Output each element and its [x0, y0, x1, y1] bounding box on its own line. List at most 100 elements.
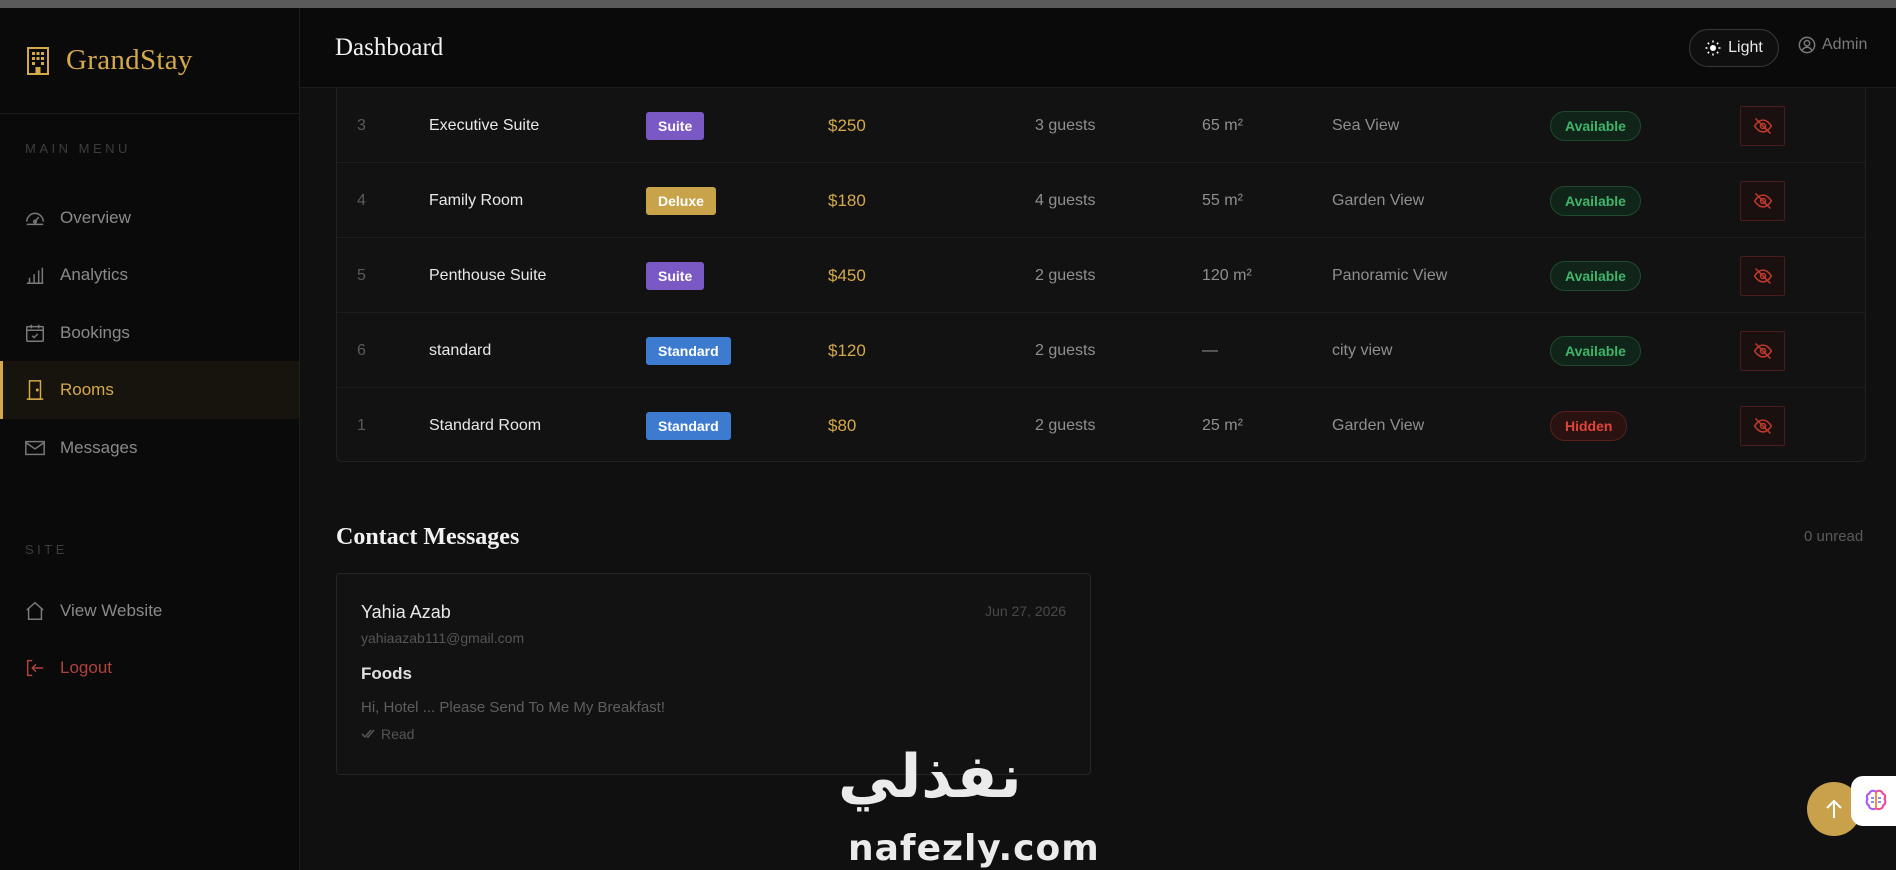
room-id: 3	[357, 116, 366, 134]
room-id: 4	[357, 191, 366, 209]
status-badge: Available	[1550, 260, 1641, 291]
status-badge: Hidden	[1550, 410, 1628, 441]
room-guests: 2 guests	[1035, 341, 1096, 359]
room-name: Family Room	[429, 191, 524, 209]
contact-messages-title: Contact Messages	[336, 524, 520, 550]
room-id: 5	[357, 266, 366, 284]
sidebar-item-messages[interactable]: Messages	[0, 419, 299, 477]
eye-off-icon	[1753, 267, 1772, 284]
toggle-visibility-button[interactable]	[1740, 255, 1785, 296]
unread-count: 0 unread	[1804, 528, 1864, 545]
room-view: Garden View	[1332, 191, 1425, 209]
room-action-cell	[1740, 238, 1785, 313]
room-price: $120	[828, 340, 866, 360]
table-row: 5 Penthouse Suite Suite $450 2 guests 120 m² P…	[337, 238, 1865, 313]
room-guests: 4 guests	[1035, 191, 1096, 209]
message-date: Jun 27, 2026	[985, 603, 1066, 619]
room-type-cell: Deluxe	[646, 163, 716, 238]
toggle-visibility-button[interactable]	[1740, 105, 1785, 146]
toggle-visibility-button[interactable]	[1740, 330, 1785, 371]
sidebar-item-view-website[interactable]: View Website	[0, 582, 299, 640]
room-price: $250	[828, 115, 866, 135]
sidebar-item-label: Bookings	[60, 323, 130, 342]
user-menu[interactable]: Admin	[1798, 36, 1867, 54]
room-action-cell	[1740, 163, 1785, 238]
room-view: Garden View	[1332, 416, 1425, 434]
table-row: 4 Family Room Deluxe $180 4 guests 55 m² Garde…	[337, 163, 1865, 238]
room-type-badge: Standard	[646, 411, 731, 440]
room-view: Panoramic View	[1332, 266, 1448, 284]
room-status-cell: Available	[1550, 163, 1641, 238]
room-guests: 2 guests	[1035, 266, 1096, 284]
room-size: 120 m²	[1202, 266, 1252, 284]
gauge-icon	[26, 212, 44, 226]
header: Dashboard Light Admin	[300, 8, 1896, 88]
room-price: $80	[828, 415, 857, 435]
room-guests: 3 guests	[1035, 116, 1096, 134]
sidebar-item-label: Logout	[60, 658, 112, 677]
room-type-badge: Suite	[646, 111, 705, 140]
sidebar-item-label: Rooms	[60, 380, 114, 399]
message-sender-name: Yahia Azab	[361, 602, 451, 622]
room-size: 65 m²	[1202, 116, 1243, 134]
user-circle-icon	[1798, 36, 1816, 54]
sidebar-item-rooms[interactable]: Rooms	[0, 361, 299, 419]
sidebar-item-bookings[interactable]: Bookings	[0, 304, 299, 362]
brand-name: GrandStay	[66, 44, 193, 76]
theme-toggle-label: Light	[1728, 39, 1763, 56]
room-name: Standard Room	[429, 416, 542, 434]
double-check-icon	[361, 729, 375, 739]
sidebar-item-logout[interactable]: Logout	[0, 639, 299, 697]
room-id: 6	[357, 341, 366, 359]
room-type-badge: Deluxe	[646, 186, 716, 215]
toggle-visibility-button[interactable]	[1740, 180, 1785, 221]
eye-off-icon	[1753, 342, 1772, 359]
room-name: Penthouse Suite	[429, 266, 547, 284]
room-view: city view	[1332, 341, 1393, 359]
watermark-arabic: نفذلي	[838, 742, 1022, 812]
table-row: 3 Executive Suite Suite $250 3 guests 65 m² Se…	[337, 88, 1865, 163]
watermark-latin: nafezly.com	[848, 828, 1100, 869]
toggle-visibility-button[interactable]	[1740, 405, 1785, 446]
eye-off-icon	[1753, 117, 1772, 134]
room-action-cell	[1740, 88, 1785, 163]
sidebar-item-label: View Website	[60, 601, 163, 620]
theme-toggle-button[interactable]: Light	[1689, 29, 1779, 67]
eye-off-icon	[1753, 192, 1772, 209]
page-title: Dashboard	[335, 34, 444, 61]
site-label: SITE	[25, 542, 68, 557]
room-size: —	[1202, 341, 1218, 359]
home-icon	[26, 601, 44, 620]
eye-off-icon	[1753, 417, 1772, 434]
room-action-cell	[1740, 313, 1785, 388]
rooms-table: 3 Executive Suite Suite $250 3 guests 65 m² Se…	[336, 88, 1866, 462]
room-action-cell	[1740, 388, 1785, 463]
bar-chart-icon	[26, 267, 44, 284]
room-type-badge: Suite	[646, 261, 705, 290]
sidebar-item-label: Messages	[60, 438, 138, 457]
room-status-cell: Available	[1550, 88, 1641, 163]
room-size: 25 m²	[1202, 416, 1243, 434]
table-row: 6 standard Standard $120 2 guests — city view A…	[337, 313, 1865, 388]
message-sender-email: yahiaazab111@gmail.com	[361, 630, 525, 646]
sun-icon	[1705, 40, 1721, 56]
brand[interactable]: GrandStay	[0, 8, 299, 114]
message-read-status: Read	[361, 726, 414, 742]
room-guests: 2 guests	[1035, 416, 1096, 434]
brain-icon	[1865, 789, 1887, 811]
sidebar-item-analytics[interactable]: Analytics	[0, 246, 299, 304]
room-status-cell: Available	[1550, 238, 1641, 313]
message-subject: Foods	[361, 664, 412, 683]
ai-assistant-button[interactable]	[1851, 776, 1896, 826]
sidebar-item-overview[interactable]: Overview	[0, 189, 299, 247]
table-row: 1 Standard Room Standard $80 2 guests 25 m² Ga…	[337, 388, 1865, 463]
room-status-cell: Available	[1550, 313, 1641, 388]
room-type-badge: Standard	[646, 336, 731, 365]
room-name: Executive Suite	[429, 116, 540, 134]
sidebar: GrandStay MAIN MENU Overview Analytics B…	[0, 8, 300, 870]
room-id: 1	[357, 416, 366, 434]
door-icon	[26, 380, 44, 400]
room-price: $450	[828, 265, 866, 285]
room-size: 55 m²	[1202, 191, 1243, 209]
room-type-cell: Standard	[646, 313, 731, 388]
